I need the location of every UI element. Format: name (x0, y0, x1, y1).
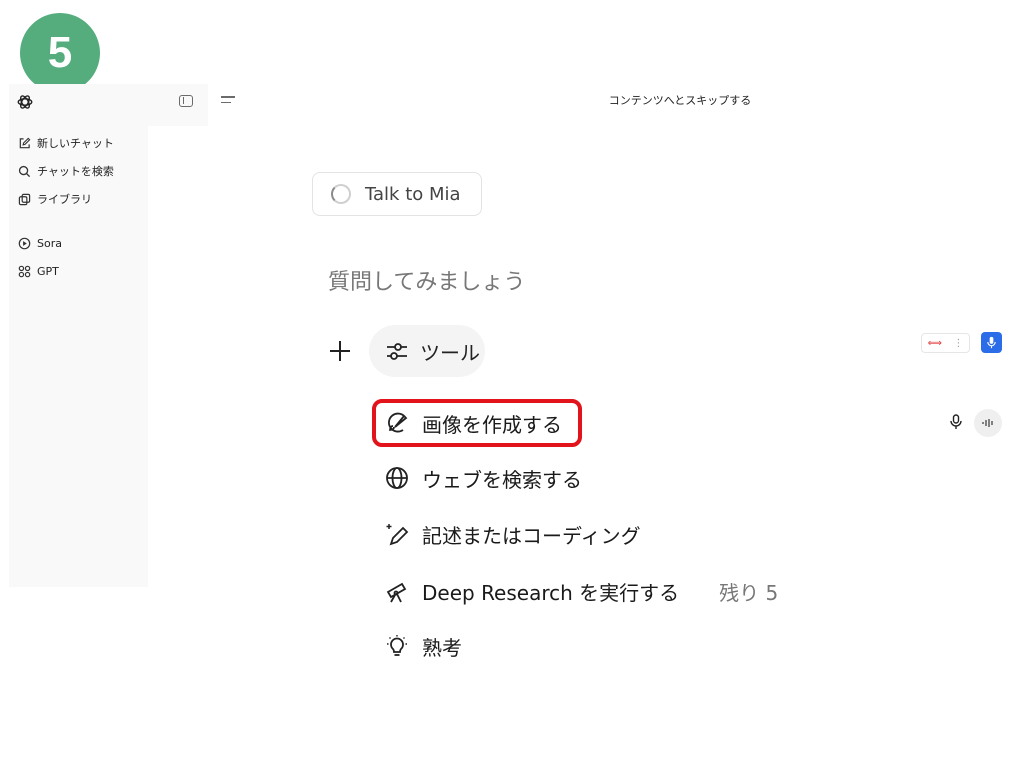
talk-to-mia-card[interactable]: Talk to Mia (312, 172, 482, 216)
prompt-input[interactable]: 質問してみましょう (328, 264, 525, 296)
microphone-button[interactable] (981, 332, 1002, 353)
tools-label: ツール (420, 340, 480, 365)
sidebar-item-library[interactable]: ライブラリ (17, 190, 92, 208)
sliders-icon (387, 343, 407, 360)
more-icon[interactable]: ⋮ (953, 338, 963, 349)
sidebar-item-new-chat[interactable]: 新しいチャット (17, 134, 114, 152)
menu-item-write-code[interactable]: 記述またはコーディング (384, 517, 641, 551)
loading-spinner-icon (331, 184, 351, 204)
globe-icon (384, 465, 410, 491)
menu-item-label: ウェブを検索する (422, 467, 582, 492)
sidebar-item-label: GPT (37, 264, 59, 278)
sidebar-item-label: チャットを検索 (37, 165, 114, 178)
dictation-microphone-icon[interactable] (949, 414, 963, 430)
sidebar (9, 84, 148, 587)
remaining-count: 残り 5 (719, 580, 779, 605)
sidebar-item-sora[interactable]: Sora (17, 234, 62, 252)
step-number-badge: 5 (20, 13, 100, 93)
sidebar-item-label: ライブラリ (37, 193, 92, 206)
sidebar-item-gpt[interactable]: GPT (17, 262, 59, 280)
new-chat-icon (17, 136, 31, 150)
toolbar-mini[interactable]: ⟺ ⋮ (921, 333, 970, 353)
waveform-icon (982, 419, 993, 427)
sidebar-item-label: 新しいチャット (37, 137, 114, 150)
menu-icon[interactable] (221, 96, 235, 106)
menu-item-label: 記述またはコーディング (422, 523, 641, 548)
skip-to-content-link[interactable]: コンテンツへとスキップする (520, 92, 840, 108)
plus-icon[interactable] (328, 339, 352, 363)
pen-sparkle-icon (384, 521, 410, 547)
grid-icon (17, 264, 31, 278)
search-icon (17, 164, 31, 178)
play-icon (17, 236, 31, 250)
menu-item-web-search[interactable]: ウェブを検索する (384, 461, 582, 495)
library-icon (17, 192, 31, 206)
talk-card-label: Talk to Mia (365, 183, 461, 205)
menu-item-label: 熟考 (422, 635, 462, 660)
strikethrough-icon[interactable]: ⟺ (928, 338, 942, 349)
menu-item-deep-research[interactable]: Deep Research を実行する 残り 5 (384, 574, 778, 608)
telescope-icon (384, 578, 410, 604)
highlight-box (372, 399, 582, 447)
lightbulb-icon (384, 633, 410, 659)
sidebar-item-label: Sora (37, 236, 62, 250)
sidebar-item-search-chats[interactable]: チャットを検索 (17, 162, 114, 180)
menu-item-think[interactable]: 熟考 (384, 629, 462, 663)
openai-logo-icon[interactable] (16, 93, 34, 111)
tools-button[interactable]: ツール (369, 325, 485, 377)
menu-item-label: Deep Research を実行する (422, 580, 680, 605)
toggle-sidebar-icon[interactable] (179, 95, 193, 107)
microphone-icon (987, 336, 996, 349)
voice-mode-button[interactable] (974, 409, 1002, 437)
